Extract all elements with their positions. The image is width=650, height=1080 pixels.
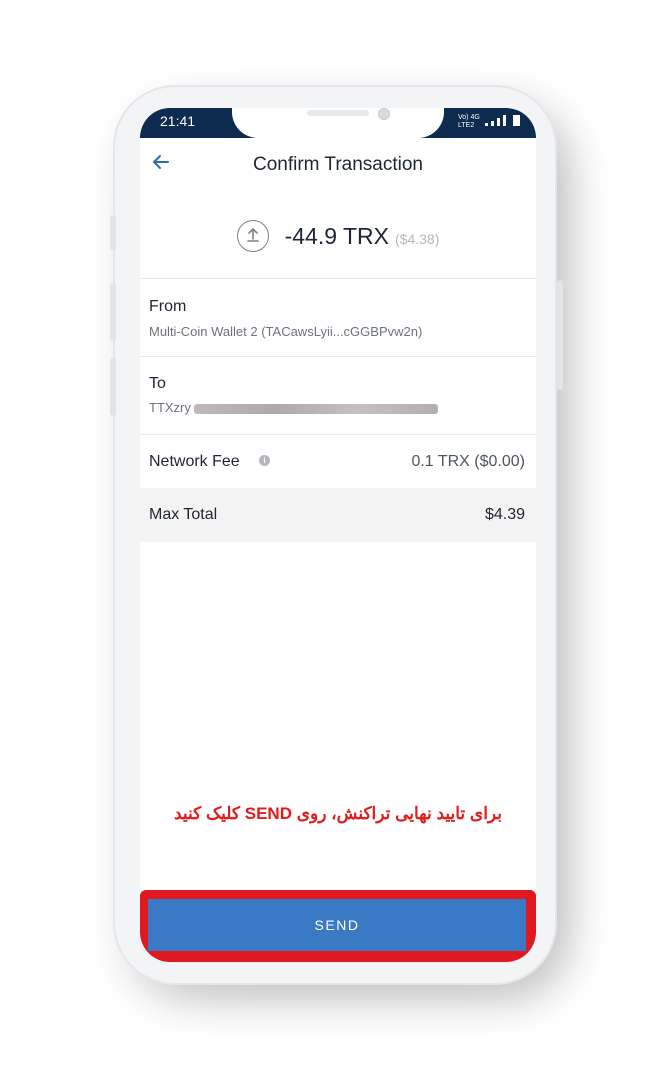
- divider: [140, 356, 536, 357]
- network-fee-label: Network Fee: [149, 453, 240, 470]
- to-address: TTXzry: [149, 400, 191, 415]
- camera-notch: [232, 108, 444, 138]
- upload-arrow-icon: [236, 220, 269, 252]
- send-highlight: SEND: [140, 890, 536, 962]
- signal-icon: [485, 115, 520, 126]
- divider: [140, 278, 536, 279]
- page-title: Confirm Transaction: [252, 154, 423, 175]
- amount-summary: -44.9 TRX ($4.38): [140, 216, 536, 256]
- amount-value: -44.9 TRX: [284, 222, 390, 249]
- network-bottom: LTE2: [458, 122, 475, 129]
- info-icon[interactable]: i: [259, 455, 270, 466]
- status-time: 21:41: [160, 113, 196, 129]
- divider: [140, 434, 536, 435]
- battery-icon: [513, 115, 520, 126]
- volume-button: [110, 215, 116, 251]
- instruction-text: برای تایید نهایی تراکنش، روی SEND کلیک ک…: [173, 804, 503, 823]
- speaker-grille: [307, 110, 369, 116]
- power-button: [557, 280, 563, 390]
- redacted-address: [194, 404, 438, 414]
- front-camera: [378, 108, 390, 120]
- volume-button-2: [110, 283, 116, 341]
- max-total-value: $4.39: [484, 506, 525, 523]
- header: Confirm Transaction: [140, 138, 536, 194]
- network-fee-value: 0.1 TRX ($0.00): [411, 453, 525, 470]
- send-button[interactable]: SEND: [148, 899, 526, 951]
- amount-usd: ($4.38): [395, 231, 440, 247]
- to-label: To: [149, 375, 166, 392]
- network-top: Vo) 4G: [458, 114, 480, 121]
- from-address: Multi-Coin Wallet 2 (TACawsLyii...cGGBPv…: [149, 324, 423, 339]
- phone-screen: 21:41 Vo) 4G LTE2 Confirm Transaction -4…: [140, 108, 536, 962]
- from-label: From: [149, 298, 187, 315]
- max-total-row: Max Total $4.39: [140, 488, 536, 542]
- network-indicator: Vo) 4G LTE2: [458, 114, 480, 130]
- volume-button-3: [110, 358, 116, 416]
- max-total-label: Max Total: [149, 506, 218, 523]
